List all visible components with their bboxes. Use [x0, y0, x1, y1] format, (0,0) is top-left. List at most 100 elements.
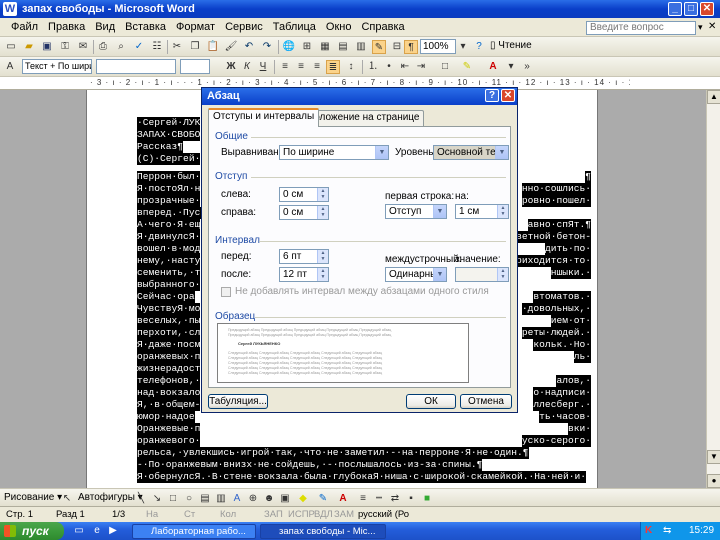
line-color-icon[interactable]: ✎ — [316, 492, 330, 506]
vertical-scrollbar[interactable]: ▲ ▼ ● — [706, 90, 720, 488]
menu-view[interactable]: Вид — [90, 18, 120, 33]
vertical-textbox-icon[interactable]: ▥ — [214, 492, 228, 506]
tab-indents-spacing[interactable]: Отступы и интервалы — [208, 108, 320, 127]
document-line[interactable]: ЗАПАХ·СВОБО — [137, 129, 201, 141]
document-line-end[interactable]: ль· — [573, 351, 591, 363]
menu-file[interactable]: Файл — [6, 18, 43, 33]
document-line[interactable]: ЧувствуЯ·мо — [137, 303, 201, 315]
status-ext[interactable]: ВДЛ — [314, 509, 333, 520]
cut-icon[interactable]: ✂ — [170, 40, 184, 54]
document-line[interactable]: Рассказ¶ — [137, 141, 184, 153]
outline-level-select[interactable]: Основной текст ▼ — [433, 145, 509, 160]
insert-table-icon[interactable]: ▦ — [318, 40, 332, 54]
document-line-end[interactable]: ллесберг.· — [533, 399, 591, 411]
document-line[interactable]: нему,·насту — [137, 255, 201, 267]
wordart-icon[interactable]: A — [230, 492, 244, 506]
indent-by-input[interactable]: 1 см ▲ ▼ — [455, 204, 509, 219]
oval-icon[interactable]: ○ — [182, 492, 196, 506]
borders-icon[interactable]: □ — [438, 60, 452, 74]
document-line-end[interactable]: алов,· — [556, 375, 591, 387]
tables-borders-icon[interactable]: ⊞ — [300, 40, 314, 54]
spin-button[interactable]: ▲ ▼ — [317, 268, 328, 281]
fill-color-icon[interactable]: ◆ — [296, 492, 310, 506]
hyperlink-icon[interactable]: 🌐 — [282, 40, 296, 54]
menu-insert[interactable]: Вставка — [120, 18, 171, 33]
indent-left-input[interactable]: 0 см ▲ ▼ — [279, 187, 329, 202]
menu-window[interactable]: Окно — [321, 18, 357, 33]
media-player-icon[interactable]: ▶ — [106, 524, 120, 538]
justify-icon[interactable]: ≣ — [326, 60, 340, 74]
spacing-before-input[interactable]: 6 пт ▲ ▼ — [279, 249, 329, 264]
document-line[interactable]: телефонов,· — [137, 375, 201, 387]
document-line[interactable]: семенить,·т — [137, 267, 201, 279]
menu-table[interactable]: Таблица — [268, 18, 321, 33]
dash-style-icon[interactable]: ┅ — [372, 492, 386, 506]
task-lab-work[interactable]: Лабораторная рабо... — [132, 524, 256, 539]
font-color-dropdown-icon[interactable]: ▾ — [504, 60, 518, 74]
document-line[interactable]: ·Сергей·ЛУК — [137, 117, 201, 129]
document-line-end[interactable]: уско-серого· — [521, 435, 591, 447]
research-icon[interactable]: ☷ — [150, 40, 164, 54]
style-select[interactable]: Текст + По шири — [22, 59, 92, 74]
document-line-end[interactable]: ншыки.· — [550, 267, 591, 279]
document-line-end[interactable]: ·довольных,· — [521, 303, 591, 315]
tabs-button[interactable]: Табуляция... — [208, 394, 268, 409]
3d-icon[interactable]: ■ — [420, 492, 434, 506]
start-button[interactable]: пуск — [0, 522, 64, 540]
reading-mode-button[interactable]: ▯ Чтение — [490, 40, 532, 51]
show-formatting-icon[interactable]: ¶ — [404, 40, 418, 54]
line-spacing-icon[interactable]: ↕ — [344, 60, 358, 74]
document-line-end[interactable]: вки· — [567, 423, 591, 435]
document-line-end[interactable]: о·надписи· — [533, 387, 591, 399]
alignment-select[interactable]: По ширине ▼ — [279, 145, 389, 160]
antivirus-icon[interactable]: K — [645, 525, 652, 536]
line-icon[interactable]: ╲ — [134, 492, 148, 506]
menu-help[interactable]: Справка — [356, 18, 409, 33]
document-line[interactable]: Я·постоЯл·н — [137, 183, 201, 195]
email-icon[interactable]: ✉ — [76, 40, 90, 54]
close-button[interactable]: ✕ — [700, 2, 714, 16]
bullets-icon[interactable]: • — [382, 60, 396, 74]
save-icon[interactable]: ▣ — [40, 40, 54, 54]
first-line-select[interactable]: Отступ ▼ — [385, 204, 447, 219]
status-trk[interactable]: ИСПР — [288, 509, 315, 520]
document-line-end[interactable]: ровно·пошел· — [521, 195, 591, 207]
columns-icon[interactable]: ▥ — [354, 40, 368, 54]
minimize-button[interactable]: _ — [668, 2, 682, 16]
document-line-end[interactable]: авно·спЯт.¶ — [527, 219, 591, 231]
network-icon[interactable]: ⇆ — [663, 525, 671, 536]
clock[interactable]: 15:29 — [689, 525, 714, 536]
document-line[interactable]: веселых,·пы — [137, 315, 201, 327]
task-word-document[interactable]: запах свободы - Mic... — [260, 524, 386, 539]
document-line-end[interactable]: ¶ — [585, 171, 591, 183]
italic-icon[interactable]: К — [240, 60, 254, 74]
underline-icon[interactable]: Ч — [256, 60, 270, 74]
ok-button[interactable]: ОК — [406, 394, 456, 409]
scroll-up-icon[interactable]: ▲ — [707, 90, 720, 104]
document-line-end[interactable]: ть·часов· — [539, 411, 591, 423]
arrow-style-icon[interactable]: ⇄ — [388, 492, 402, 506]
open-icon[interactable]: ▰ — [22, 40, 36, 54]
document-line[interactable]: над·вокзало — [137, 387, 201, 399]
document-map-icon[interactable]: ⊟ — [390, 40, 404, 54]
browser-icon[interactable]: e — [90, 524, 104, 538]
toolbar-options-icon[interactable]: » — [520, 60, 534, 74]
align-center-icon[interactable]: ≡ — [294, 60, 308, 74]
increase-indent-icon[interactable]: ⇥ — [414, 60, 428, 74]
document-line-end[interactable]: кольк.·Но· — [533, 339, 591, 351]
dialog-close-button[interactable]: ✕ — [501, 89, 515, 102]
document-line-end[interactable]: втоматов.· — [533, 291, 591, 303]
autoshapes-menu[interactable]: Автофигуры ▾ — [78, 492, 143, 503]
format-painter-icon[interactable]: 🖌 — [224, 40, 238, 54]
drawing-toggle-icon[interactable]: ✎ — [372, 40, 386, 54]
document-line[interactable]: Я,·в·общем- — [137, 399, 201, 411]
menu-format[interactable]: Формат — [171, 18, 220, 33]
browse-object-icon[interactable]: ● — [707, 474, 720, 488]
document-line[interactable]: вперед.·Пуст — [137, 207, 207, 219]
select-objects-icon[interactable]: ↖ — [60, 492, 74, 506]
maximize-button[interactable]: □ — [684, 2, 698, 16]
document-line[interactable]: прозрачные· — [137, 195, 201, 207]
menu-tools[interactable]: Сервис — [220, 18, 268, 33]
document-line[interactable]: Я·обернулсЯ.·В·стене·вокзала·была·глубок… — [137, 471, 587, 483]
document-line[interactable]: вошел·в·мод — [137, 243, 201, 255]
